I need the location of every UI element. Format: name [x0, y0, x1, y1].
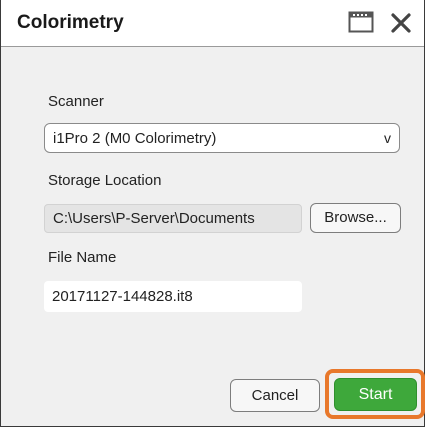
browse-button[interactable]: Browse... — [310, 203, 401, 233]
storage-location-label: Storage Location — [48, 172, 162, 189]
window-icon[interactable] — [348, 11, 374, 33]
chevron-down-icon: v — [384, 130, 391, 146]
scanner-label: Scanner — [48, 93, 104, 110]
storage-path-value: C:\Users\P-Server\Documents — [53, 210, 255, 227]
start-button[interactable]: Start — [334, 378, 417, 411]
title-bar[interactable]: Colorimetry — [1, 0, 424, 47]
file-name-label: File Name — [48, 249, 117, 266]
cancel-button[interactable]: Cancel — [230, 379, 320, 412]
scanner-select[interactable]: i1Pro 2 (M0 Colorimetry) v — [44, 123, 400, 153]
storage-path-field: C:\Users\P-Server\Documents — [44, 204, 302, 233]
scanner-selected-value: i1Pro 2 (M0 Colorimetry) — [53, 130, 217, 147]
dialog-title: Colorimetry — [17, 12, 124, 33]
colorimetry-dialog: Colorimetry Scanner i1Pro 2 (M0 Colorime… — [0, 0, 425, 427]
file-name-input[interactable]: 20171127-144828.it8 — [44, 281, 302, 312]
file-name-value: 20171127-144828.it8 — [52, 288, 193, 305]
close-icon[interactable] — [386, 8, 416, 38]
